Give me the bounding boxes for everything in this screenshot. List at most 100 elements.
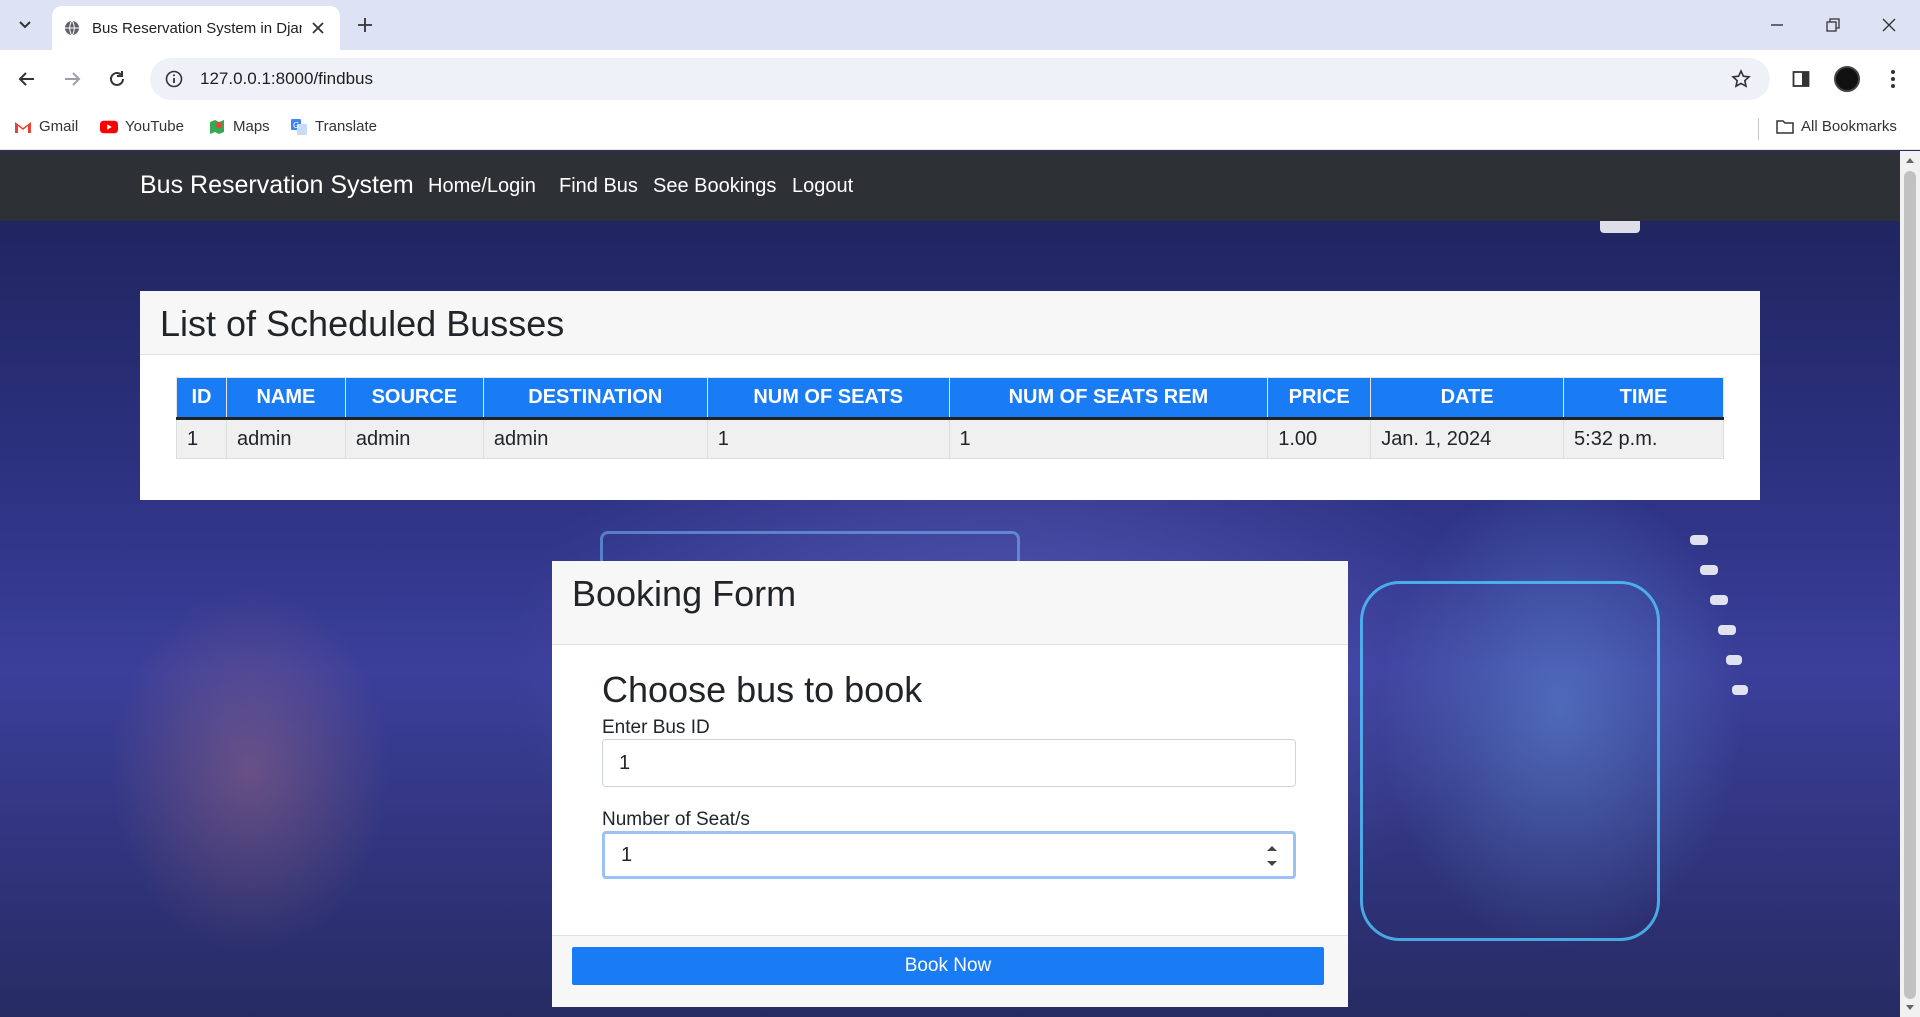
address-bar[interactable]: 127.0.0.1:8000/findbus xyxy=(150,58,1770,100)
booking-form-title: Booking Form xyxy=(572,573,797,614)
column-header: NUM OF SEATS xyxy=(706,377,950,420)
side-panel-button[interactable] xyxy=(1786,64,1816,94)
scroll-down-icon[interactable] xyxy=(1900,1001,1920,1015)
cell-time: 5:32 p.m. xyxy=(1563,418,1724,459)
bookmark-label: Translate xyxy=(315,118,377,135)
bookmark-translate[interactable]: G Translate xyxy=(290,118,377,135)
bookmark-maps[interactable]: Maps xyxy=(208,118,270,135)
all-bookmarks-label: All Bookmarks xyxy=(1801,118,1897,135)
bookmarks-divider xyxy=(1758,118,1759,140)
profile-button[interactable] xyxy=(1832,64,1862,94)
bookmark-label: YouTube xyxy=(125,118,184,135)
bookmark-label: Maps xyxy=(233,118,270,135)
nav-home-login[interactable]: Home/Login xyxy=(428,175,536,198)
table-row: 1 admin admin admin 1 1 1.00 Jan. 1, 202… xyxy=(176,418,1724,459)
svg-text:G: G xyxy=(293,121,299,130)
close-icon xyxy=(1882,18,1896,32)
folder-icon xyxy=(1776,119,1794,134)
scheduled-busses-card: List of Scheduled Busses ID NAME SOURCE … xyxy=(140,291,1760,500)
column-header: SOURCE xyxy=(344,377,484,420)
nav-logout[interactable]: Logout xyxy=(792,175,853,198)
site-brand[interactable]: Bus Reservation System xyxy=(140,171,414,200)
bus-id-input[interactable]: 1 xyxy=(602,739,1296,787)
avatar xyxy=(1834,66,1860,92)
bookmark-youtube[interactable]: YouTube xyxy=(100,118,184,135)
table-header-row: ID NAME SOURCE DESTINATION NUM OF SEATS … xyxy=(176,377,1724,420)
cell-id: 1 xyxy=(176,418,227,459)
column-header: ID xyxy=(176,377,227,420)
cell-date: Jan. 1, 2024 xyxy=(1370,418,1565,459)
cell-price: 1.00 xyxy=(1267,418,1372,459)
maps-icon xyxy=(210,119,224,134)
browser-tab[interactable]: Bus Reservation System in Djan xyxy=(52,6,340,50)
form-heading: Choose bus to book xyxy=(602,669,923,710)
close-window-button[interactable] xyxy=(1874,10,1904,40)
column-header: DATE xyxy=(1370,377,1565,420)
site-info-icon[interactable] xyxy=(164,69,184,89)
bookmark-label: Gmail xyxy=(39,118,79,135)
column-header: TIME xyxy=(1563,377,1724,420)
cell-num-seats: 1 xyxy=(706,418,950,459)
bus-id-label: Enter Bus ID xyxy=(602,717,710,738)
restore-icon xyxy=(1826,18,1840,32)
page-viewport: Bus Reservation System Home/Login Find B… xyxy=(0,151,1900,1017)
column-header: NAME xyxy=(225,377,346,420)
side-panel-icon xyxy=(1792,71,1810,87)
booking-form: Choose bus to book Enter Bus ID 1 Number… xyxy=(602,669,1298,879)
nav-see-bookings[interactable]: See Bookings xyxy=(653,175,776,198)
card-footer: Book Now xyxy=(552,935,1348,1007)
scroll-thumb[interactable] xyxy=(1904,171,1916,999)
booking-form-card: Booking Form Choose bus to book Enter Bu… xyxy=(552,561,1348,1007)
star-icon[interactable] xyxy=(1730,68,1752,90)
restore-button[interactable] xyxy=(1818,10,1848,40)
translate-icon: G xyxy=(291,118,307,135)
minimize-button[interactable] xyxy=(1762,10,1792,40)
spin-up-icon[interactable] xyxy=(1266,844,1278,852)
arrow-right-icon xyxy=(65,72,81,86)
card-header: List of Scheduled Busses xyxy=(140,291,1760,355)
back-button[interactable] xyxy=(12,64,42,94)
cell-source: admin xyxy=(344,418,484,459)
seats-input[interactable]: 1 xyxy=(602,831,1296,879)
tab-title: Bus Reservation System in Djan xyxy=(92,19,302,37)
bus-id-value: 1 xyxy=(619,751,631,774)
reload-icon xyxy=(110,71,124,86)
tab-strip: Bus Reservation System in Djan xyxy=(0,0,1920,50)
column-header: DESTINATION xyxy=(482,377,708,420)
gmail-icon xyxy=(15,121,31,133)
url-text: 127.0.0.1:8000/findbus xyxy=(200,69,373,88)
cell-name: admin xyxy=(225,418,346,459)
spin-down-icon[interactable] xyxy=(1266,860,1278,868)
seats-value: 1 xyxy=(621,843,633,866)
card-header: Booking Form xyxy=(552,561,1348,645)
plus-icon xyxy=(358,18,372,32)
new-tab-button[interactable] xyxy=(352,12,378,38)
chevron-down-icon xyxy=(19,21,31,29)
bus-schedule-table: ID NAME SOURCE DESTINATION NUM OF SEATS … xyxy=(176,377,1724,459)
close-tab-icon[interactable] xyxy=(308,18,328,38)
number-spinner[interactable] xyxy=(1265,844,1279,868)
column-header: PRICE xyxy=(1267,377,1372,420)
tab-search-button[interactable] xyxy=(10,10,40,40)
youtube-icon xyxy=(100,120,118,133)
forward-button[interactable] xyxy=(57,64,87,94)
scroll-up-icon[interactable] xyxy=(1900,153,1920,167)
reload-button[interactable] xyxy=(102,64,132,94)
nav-find-bus[interactable]: Find Bus xyxy=(559,175,638,198)
bookmark-gmail[interactable]: Gmail xyxy=(14,118,78,135)
all-bookmarks-button[interactable]: All Bookmarks xyxy=(1776,118,1897,135)
minimize-icon xyxy=(1771,24,1783,26)
browser-menu-button[interactable] xyxy=(1878,64,1908,94)
cell-seats-remaining: 1 xyxy=(948,418,1269,459)
cell-destination: admin xyxy=(482,418,708,459)
book-now-button[interactable]: Book Now xyxy=(572,947,1324,985)
page-scrollbar[interactable] xyxy=(1900,151,1920,1017)
globe-icon xyxy=(64,20,80,36)
seats-label: Number of Seat/s xyxy=(602,809,750,830)
column-header: NUM OF SEATS REM xyxy=(948,377,1269,420)
scheduled-busses-title: List of Scheduled Busses xyxy=(160,303,565,344)
bookmarks-bar: Gmail YouTube Maps G Translate All Bookm… xyxy=(0,108,1920,150)
browser-toolbar: 127.0.0.1:8000/findbus xyxy=(0,50,1920,108)
more-vertical-icon xyxy=(1891,70,1895,88)
arrow-left-icon xyxy=(18,72,34,86)
